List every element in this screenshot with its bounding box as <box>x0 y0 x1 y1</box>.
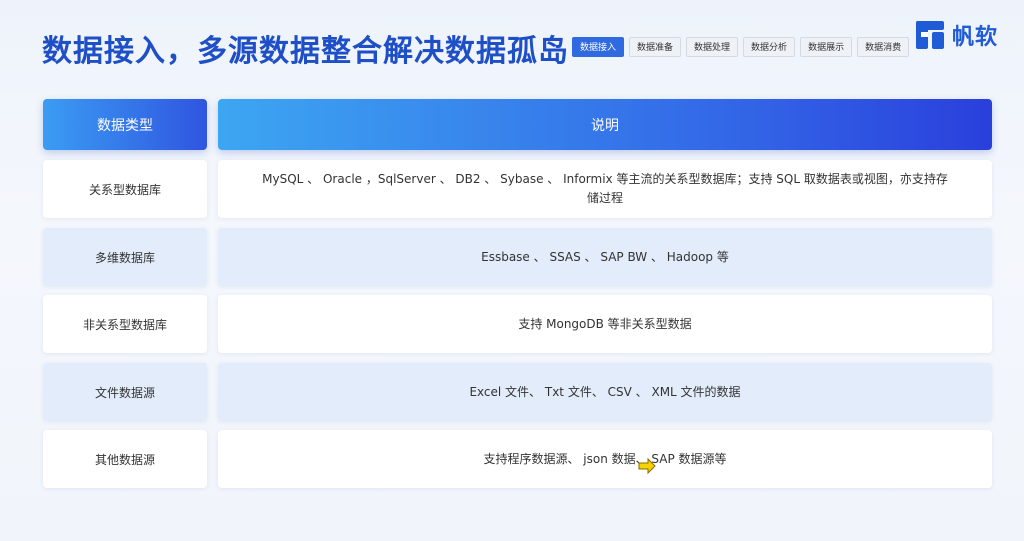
brand-name: 帆软 <box>952 25 999 50</box>
tab-data-consumption[interactable]: 数据消费 <box>857 37 910 57</box>
column-header-type: 数据类型 <box>43 99 207 150</box>
stage-tabs: 数据接入 数据准备 数据处理 数据分析 数据展示 数据消费 <box>572 37 910 57</box>
row-type-cell: 文件数据源 <box>43 363 207 421</box>
finereport-logo-icon <box>916 21 944 49</box>
tab-data-access[interactable]: 数据接入 <box>572 37 625 57</box>
column-header-description: 说明 <box>218 99 992 150</box>
tab-data-display[interactable]: 数据展示 <box>800 37 853 57</box>
row-type-cell: 非关系型数据库 <box>43 295 207 353</box>
brand-logo: 帆软 <box>914 19 998 51</box>
page-title: 数据接入，多源数据整合解决数据孤岛 <box>42 34 569 69</box>
row-type-cell: 其他数据源 <box>43 430 207 488</box>
row-type-cell: 关系型数据库 <box>43 160 207 218</box>
pointer-cursor-icon <box>638 457 656 475</box>
row-description-cell: Excel 文件、 Txt 文件、 CSV 、 XML 文件的数据 <box>218 363 992 421</box>
tab-data-processing[interactable]: 数据处理 <box>686 37 739 57</box>
row-type-cell: 多维数据库 <box>43 228 207 286</box>
tab-data-preparation[interactable]: 数据准备 <box>629 37 682 57</box>
row-description-cell: MySQL 、 Oracle ，SqlServer 、 DB2 、 Sybase… <box>218 160 992 218</box>
row-description-cell: Essbase 、 SSAS 、 SAP BW 、 Hadoop 等 <box>218 228 992 286</box>
row-description-cell: 支持程序数据源、 json 数据、 SAP 数据源等 <box>218 430 992 488</box>
row-description-cell: 支持 MongoDB 等非关系型数据 <box>218 295 992 353</box>
tab-data-analysis[interactable]: 数据分析 <box>743 37 796 57</box>
